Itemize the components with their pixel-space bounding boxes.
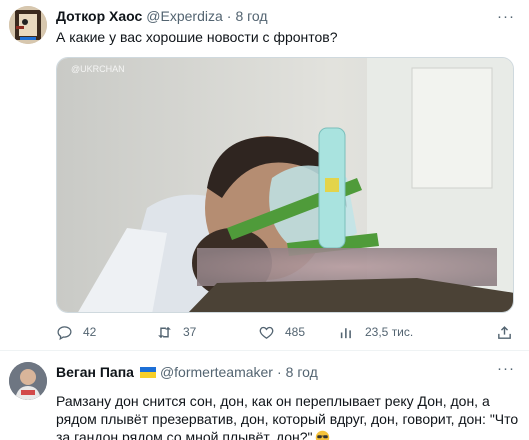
views-count: 23,5 тис. bbox=[365, 325, 414, 339]
tweet-media-image[interactable]: @UKRCHAN bbox=[56, 57, 514, 313]
reply-button[interactable]: 42 bbox=[56, 322, 96, 342]
tweet-text-content: Рамзану дон снится сон, дон, как он пере… bbox=[56, 393, 519, 440]
sunglasses-emoji-icon bbox=[316, 430, 330, 440]
avatar-image bbox=[9, 6, 47, 44]
hospital-photo: @UKRCHAN bbox=[57, 58, 513, 312]
analytics-icon bbox=[340, 327, 351, 338]
tweet-actions: 42 37 485 23,5 тис. bbox=[56, 322, 511, 342]
tweet-header: Доткор Хаос @Experdiza · 8 год bbox=[56, 8, 268, 24]
avatar[interactable] bbox=[9, 362, 47, 400]
retweet-button[interactable]: 37 bbox=[156, 322, 196, 342]
avatar[interactable] bbox=[9, 6, 47, 44]
share-button[interactable] bbox=[496, 322, 513, 342]
like-count: 485 bbox=[285, 325, 306, 339]
separator-dot: · bbox=[226, 8, 232, 24]
tweet-text: А какие у вас хорошие новости с фронтов? bbox=[56, 29, 338, 45]
tweet-header: Веган Папа @formerteamaker · 8 год bbox=[56, 364, 318, 380]
views-button[interactable]: 23,5 тис. bbox=[338, 322, 413, 342]
media-watermark: @UKRCHAN bbox=[71, 64, 125, 74]
timestamp[interactable]: 8 год bbox=[235, 8, 267, 24]
reply-tweet[interactable]: Веган Папа @formerteamaker · 8 год ··· Р… bbox=[0, 352, 529, 440]
tweet[interactable]: Доткор Хаос @Experdiza · 8 год ··· А как… bbox=[0, 0, 529, 351]
share-icon bbox=[498, 325, 511, 339]
avatar-image bbox=[9, 362, 47, 400]
reply-count: 42 bbox=[83, 325, 97, 339]
author-handle[interactable]: @Experdiza bbox=[146, 8, 222, 24]
retweet-icon bbox=[158, 326, 171, 338]
author-name[interactable]: Веган Папа bbox=[56, 364, 134, 380]
like-button[interactable]: 485 bbox=[258, 322, 305, 342]
author-name[interactable]: Доткор Хаос bbox=[56, 8, 142, 24]
more-icon[interactable]: ··· bbox=[497, 360, 515, 377]
heart-icon bbox=[259, 326, 274, 339]
reply-icon bbox=[57, 325, 72, 340]
ukraine-flag-icon bbox=[139, 366, 156, 378]
separator-dot: · bbox=[276, 364, 282, 380]
retweet-count: 37 bbox=[183, 325, 197, 339]
timestamp[interactable]: 8 год bbox=[286, 364, 318, 380]
tweet-text: Рамзану дон снится сон, дон, как он пере… bbox=[56, 392, 521, 440]
author-handle[interactable]: @formerteamaker bbox=[160, 364, 273, 380]
more-icon[interactable]: ··· bbox=[497, 8, 515, 25]
